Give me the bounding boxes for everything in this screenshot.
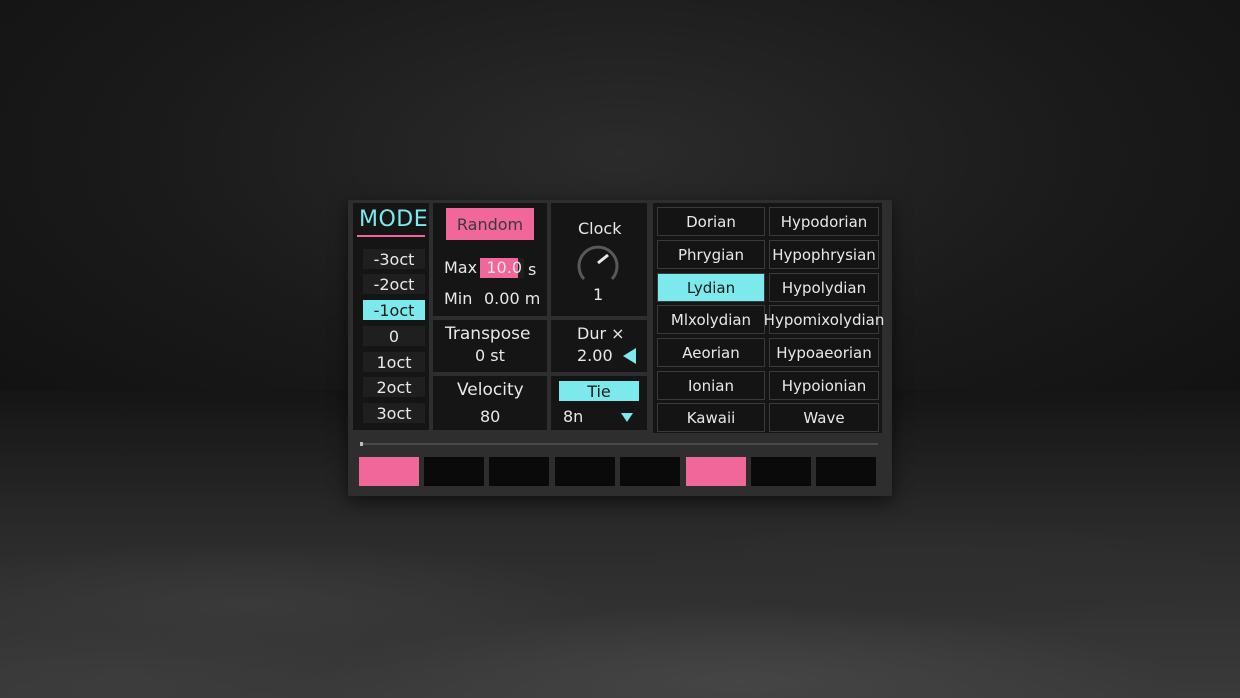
octave-button[interactable]: 2oct xyxy=(363,377,425,397)
sequencer-step[interactable] xyxy=(489,457,549,486)
scale-button-hypoionian[interactable]: Hypoionian xyxy=(769,371,879,400)
scale-button-dorian[interactable]: Dorian xyxy=(657,207,765,236)
note-value-dropdown[interactable]: 8n xyxy=(559,405,639,427)
clock-panel: Clock 1 xyxy=(551,203,647,316)
tie-panel: Tie 8n xyxy=(551,376,647,430)
max-unit: s xyxy=(528,260,537,279)
sequencer-step[interactable] xyxy=(751,457,811,486)
sequencer-step[interactable] xyxy=(424,457,484,486)
scale-button-kawaii[interactable]: Kawaii xyxy=(657,403,765,432)
scales-panel: Dorian Phrygian Lydian Mlxolydian Aeorian Ion… xyxy=(653,203,884,433)
scale-button-mlxolydian[interactable]: Mlxolydian xyxy=(657,305,765,334)
scale-button-aeorian[interactable]: Aeorian xyxy=(657,338,765,367)
octave-button[interactable]: -3oct xyxy=(363,249,425,269)
clock-value: 1 xyxy=(593,285,604,304)
min-value[interactable]: 0.00 m xyxy=(484,289,540,308)
triangle-left-icon[interactable] xyxy=(623,348,636,364)
max-value: 10.0 xyxy=(486,258,522,277)
duration-panel: Dur × 2.00 xyxy=(551,320,647,372)
octave-button[interactable]: 3oct xyxy=(363,403,425,423)
mode-title: MODE xyxy=(359,207,429,232)
velocity-value[interactable]: 80 xyxy=(480,407,500,426)
sequencer-step[interactable] xyxy=(359,457,419,486)
sequencer-step[interactable] xyxy=(555,457,615,486)
transpose-label: Transpose xyxy=(445,324,531,344)
duration-label: Dur × xyxy=(577,324,625,343)
mode-panel: MODE -3oct -2oct -1oct 0 1oct 2oct 3oct xyxy=(353,203,429,430)
scale-button-ionian[interactable]: Ionian xyxy=(657,371,765,400)
octave-button[interactable]: -2oct xyxy=(363,274,425,294)
duration-value[interactable]: 2.00 xyxy=(577,346,613,365)
velocity-panel: Velocity 80 xyxy=(433,376,547,430)
max-label: Max xyxy=(444,258,478,277)
sequencer-step[interactable] xyxy=(686,457,746,486)
scale-button-hypodorian[interactable]: Hypodorian xyxy=(769,207,879,236)
mode-title-underline xyxy=(357,235,425,237)
sequencer-step[interactable] xyxy=(620,457,680,486)
clock-label: Clock xyxy=(578,219,622,238)
scale-button-hypomixolydian[interactable]: Hypomixolydian xyxy=(764,305,884,334)
device-panel: MODE -3oct -2oct -1oct 0 1oct 2oct 3oct Random… xyxy=(348,200,892,496)
random-panel: Random Max 10.0 s Min 0.00 m xyxy=(433,203,547,316)
scale-button-hypophrysian[interactable]: Hypophrysian xyxy=(769,240,879,269)
octave-button[interactable]: 1oct xyxy=(363,352,425,372)
clock-knob[interactable] xyxy=(574,239,622,287)
scale-button-lydian[interactable]: Lydian xyxy=(657,273,765,302)
octave-button[interactable]: 0 xyxy=(363,326,425,346)
transpose-value[interactable]: 0 st xyxy=(475,346,505,365)
sequencer-step[interactable] xyxy=(816,457,876,486)
scale-button-hypolydian[interactable]: Hypolydian xyxy=(769,273,879,302)
tie-toggle[interactable]: Tie xyxy=(559,381,639,401)
note-value-label: 8n xyxy=(563,407,584,426)
random-button[interactable]: Random xyxy=(446,208,534,240)
max-slider[interactable]: 10.0 xyxy=(480,258,524,278)
transpose-panel: Transpose 0 st xyxy=(433,320,547,372)
sequence-progress-track xyxy=(360,443,878,445)
scale-button-wave[interactable]: Wave xyxy=(769,403,879,432)
dropdown-arrow-icon xyxy=(621,413,633,422)
sequence-progress-head xyxy=(360,442,363,446)
scale-button-phrygian[interactable]: Phrygian xyxy=(657,240,765,269)
scale-button-hypoaeorian[interactable]: Hypoaeorian xyxy=(769,338,879,367)
min-label: Min xyxy=(444,289,473,308)
octave-button[interactable]: -1oct xyxy=(363,300,425,320)
velocity-label: Velocity xyxy=(457,380,524,400)
